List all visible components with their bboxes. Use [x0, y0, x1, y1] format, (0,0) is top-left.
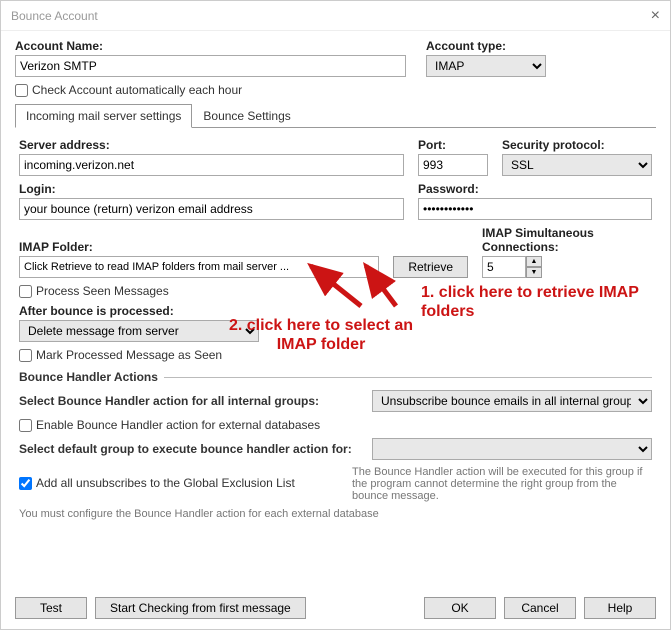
add-unsub-checkbox[interactable]	[19, 477, 32, 490]
enable-external-label: Enable Bounce Handler action for externa…	[36, 418, 320, 432]
server-input[interactable]	[19, 154, 404, 176]
port-label: Port:	[418, 138, 488, 152]
after-action-select[interactable]: Delete message from server	[19, 320, 259, 342]
bh-actions-heading: Bounce Handler Actions	[19, 370, 158, 384]
cancel-button[interactable]: Cancel	[504, 597, 576, 619]
login-input[interactable]	[19, 198, 404, 220]
footer: Test Start Checking from first message O…	[15, 597, 656, 619]
account-type-label: Account type:	[426, 39, 656, 53]
after-label: After bounce is processed:	[19, 304, 652, 318]
process-seen-label: Process Seen Messages	[36, 284, 169, 298]
tabs: Incoming mail server settings Bounce Set…	[15, 103, 656, 128]
account-type-select[interactable]: IMAP	[426, 55, 546, 77]
process-seen-row[interactable]: Process Seen Messages	[19, 284, 652, 298]
port-input[interactable]	[418, 154, 488, 176]
password-input[interactable]	[418, 198, 652, 220]
test-button[interactable]: Test	[15, 597, 87, 619]
login-label: Login:	[19, 182, 404, 196]
password-label: Password:	[418, 182, 652, 196]
account-name-label: Account Name:	[15, 39, 406, 53]
imap-conn-value[interactable]	[482, 256, 526, 278]
bh-note: The Bounce Handler action will be execut…	[352, 466, 652, 502]
start-checking-button[interactable]: Start Checking from first message	[95, 597, 306, 619]
spinner-down-icon[interactable]: ▼	[526, 267, 542, 278]
tab-bounce[interactable]: Bounce Settings	[192, 104, 301, 128]
mark-processed-row[interactable]: Mark Processed Message as Seen	[19, 348, 652, 362]
imap-folder-label: IMAP Folder:	[19, 240, 379, 254]
check-auto-checkbox[interactable]	[15, 84, 28, 97]
server-label: Server address:	[19, 138, 404, 152]
security-select[interactable]: SSL	[502, 154, 652, 176]
enable-external-checkbox[interactable]	[19, 419, 32, 432]
imap-conn-label: IMAP Simultaneous Connections:	[482, 226, 652, 254]
select-internal-label: Select Bounce Handler action for all int…	[19, 394, 362, 408]
close-icon[interactable]: ×	[651, 7, 660, 25]
divider	[164, 377, 652, 378]
retrieve-button[interactable]: Retrieve	[393, 256, 468, 278]
check-auto-label: Check Account automatically each hour	[32, 83, 242, 97]
bounce-account-window: Bounce Account × Account Name: Account t…	[0, 0, 671, 630]
security-label: Security protocol:	[502, 138, 652, 152]
internal-action-select[interactable]: Unsubscribe bounce emails in all interna…	[372, 390, 652, 412]
titlebar: Bounce Account ×	[1, 1, 670, 31]
check-auto-row[interactable]: Check Account automatically each hour	[15, 83, 656, 97]
tab-incoming[interactable]: Incoming mail server settings	[15, 104, 192, 128]
select-default-label: Select default group to execute bounce h…	[19, 442, 362, 456]
imap-folder-input[interactable]	[19, 256, 379, 278]
default-group-select[interactable]	[372, 438, 652, 460]
mark-processed-checkbox[interactable]	[19, 349, 32, 362]
imap-conn-spinner[interactable]: ▲ ▼	[482, 256, 652, 278]
process-seen-checkbox[interactable]	[19, 285, 32, 298]
help-button[interactable]: Help	[584, 597, 656, 619]
mark-processed-label: Mark Processed Message as Seen	[36, 348, 222, 362]
spinner-up-icon[interactable]: ▲	[526, 256, 542, 267]
foot-note: You must configure the Bounce Handler ac…	[19, 508, 652, 520]
account-name-input[interactable]	[15, 55, 406, 77]
ok-button[interactable]: OK	[424, 597, 496, 619]
add-unsub-row[interactable]: Add all unsubscribes to the Global Exclu…	[19, 476, 332, 490]
window-title: Bounce Account	[11, 9, 651, 23]
enable-external-row[interactable]: Enable Bounce Handler action for externa…	[19, 418, 652, 432]
add-unsub-label: Add all unsubscribes to the Global Exclu…	[36, 476, 295, 490]
